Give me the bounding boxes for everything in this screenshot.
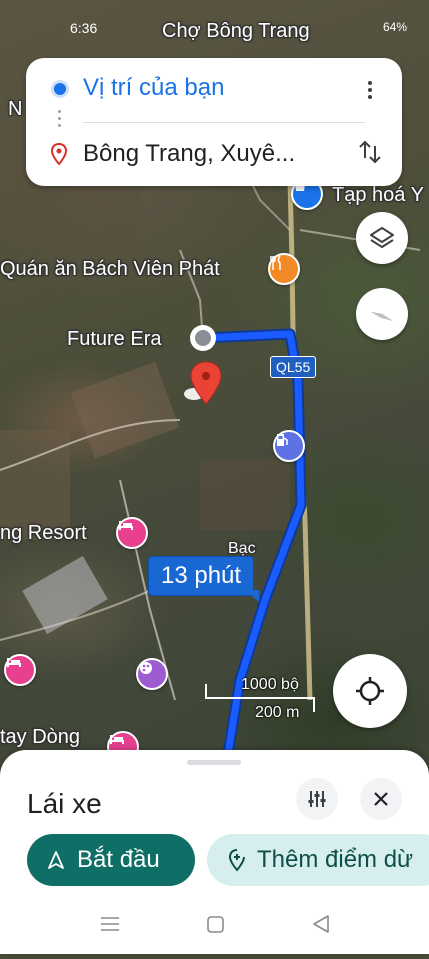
layers-icon [370, 227, 394, 248]
add-stop-button[interactable]: Thêm điểm dừ [207, 834, 429, 886]
system-nav-bar [0, 906, 429, 954]
origin-dot-icon [54, 83, 66, 95]
highway-shield: QL55 [270, 356, 317, 378]
map-label-future-era[interactable]: Future Era [67, 328, 161, 351]
close-icon [374, 792, 388, 806]
map-label-tay-dong[interactable]: tay Dòng [0, 726, 80, 749]
tune-icon [308, 791, 326, 807]
gas-station-icon[interactable] [273, 430, 305, 462]
eta-badge[interactable]: 13 phút [148, 556, 255, 596]
swap-directions-icon[interactable] [356, 138, 384, 166]
recent-apps-icon[interactable] [101, 917, 119, 931]
map-label-n: N [8, 98, 23, 120]
hotel-icon[interactable] [116, 517, 148, 549]
map-label-resort[interactable]: ng Resort [0, 522, 87, 545]
restaurant-icon[interactable] [268, 253, 300, 285]
divider [83, 122, 365, 123]
route-dots-icon [58, 110, 62, 132]
crosshair-icon [356, 677, 384, 705]
hotel-icon[interactable] [4, 654, 36, 686]
art-gallery-icon[interactable] [136, 658, 168, 690]
compass-icon [371, 312, 393, 321]
destination-pin-icon [50, 143, 68, 165]
origin-field[interactable]: Vị trí của bạn [83, 74, 224, 102]
home-icon[interactable] [207, 916, 224, 933]
destination-field[interactable]: Bông Trang, Xuyê... [83, 140, 295, 168]
start-label: Bắt đầu [77, 846, 160, 873]
scale-feet: 1000 bộ [241, 676, 299, 693]
route-options-button[interactable] [296, 778, 338, 820]
layers-button[interactable] [356, 212, 408, 264]
add-location-icon [228, 849, 245, 872]
close-button[interactable] [360, 778, 402, 820]
more-options-icon[interactable] [358, 78, 382, 102]
travel-mode-title: Lái xe [27, 788, 102, 819]
add-stop-label: Thêm điểm dừ [257, 846, 414, 873]
back-icon[interactable] [313, 915, 329, 933]
scale-meters: 200 m [255, 704, 300, 721]
drag-handle[interactable] [187, 760, 241, 765]
eta-badge-tail [245, 590, 259, 602]
status-time: 6:36 [70, 20, 98, 36]
status-bar: 6:36 64% [0, 0, 429, 40]
scale-bar: 1000 bộ 200 m [205, 676, 315, 726]
compass-button[interactable] [356, 288, 408, 340]
my-location-button[interactable] [333, 654, 407, 728]
navigation-arrow-icon [48, 851, 64, 869]
map-label-restaurant[interactable]: Quán ăn Bách Viên Phát [0, 258, 220, 281]
map-label-grocery[interactable]: Tạp hoá Y [332, 184, 424, 207]
start-navigation-button[interactable]: Bắt đầu [27, 834, 195, 886]
directions-card: Vị trí của bạn Bông Trang, Xuyê... [26, 58, 402, 186]
battery-level: 64% [382, 20, 407, 34]
